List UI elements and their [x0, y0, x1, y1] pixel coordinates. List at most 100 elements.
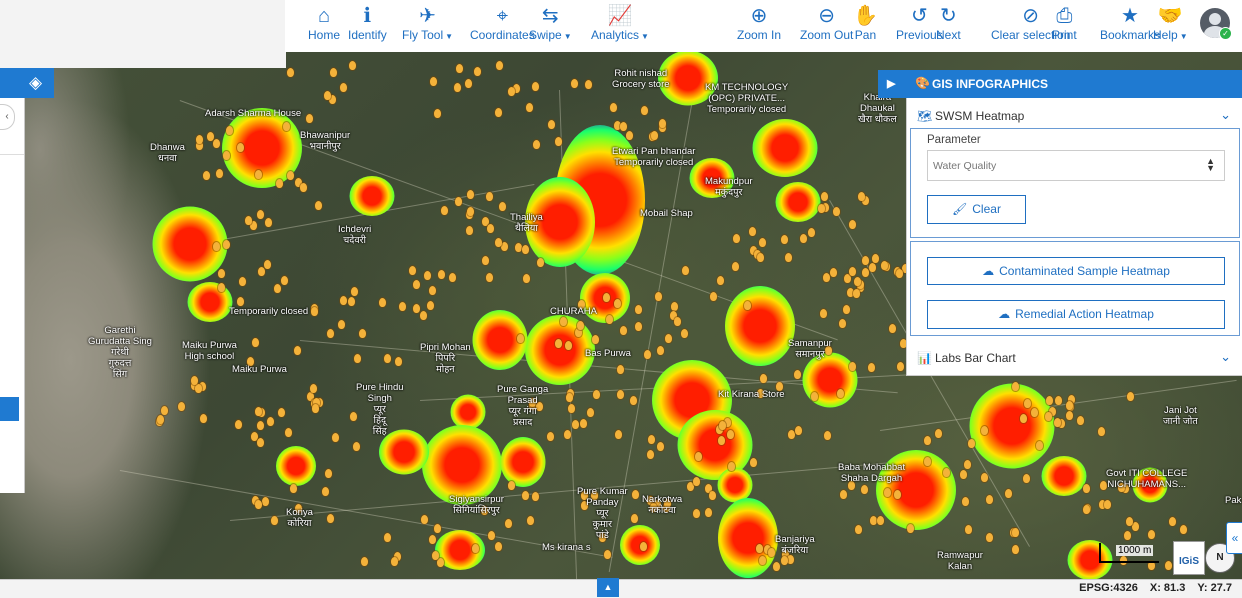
sample-point-marker[interactable]	[449, 273, 456, 282]
sample-point-marker[interactable]	[421, 515, 428, 524]
sample-point-marker[interactable]	[897, 362, 904, 371]
sample-point-marker[interactable]	[861, 485, 868, 494]
sample-point-marker[interactable]	[962, 497, 969, 506]
sample-point-marker[interactable]	[237, 297, 244, 306]
home-button[interactable]: ⌂ Home	[308, 4, 340, 42]
sample-point-marker[interactable]	[517, 334, 524, 343]
sample-point-marker[interactable]	[441, 206, 448, 215]
sample-point-marker[interactable]	[877, 516, 884, 525]
sample-point-marker[interactable]	[265, 218, 272, 227]
sample-point-marker[interactable]	[872, 254, 879, 263]
sample-point-marker[interactable]	[196, 135, 203, 144]
sample-point-marker[interactable]	[379, 298, 386, 307]
sample-point-marker[interactable]	[943, 468, 950, 477]
sample-point-marker[interactable]	[1104, 500, 1111, 509]
sample-point-marker[interactable]	[632, 490, 639, 499]
sample-point-marker[interactable]	[467, 190, 474, 199]
expand-right-panel-button[interactable]: «	[1226, 522, 1242, 554]
sample-point-marker[interactable]	[657, 346, 664, 355]
sample-point-marker[interactable]	[200, 414, 207, 423]
sample-point-marker[interactable]	[255, 500, 262, 509]
sample-point-marker[interactable]	[604, 550, 611, 559]
sample-point-marker[interactable]	[800, 234, 807, 243]
sample-point-marker[interactable]	[862, 256, 869, 265]
sample-point-marker[interactable]	[732, 262, 739, 271]
sample-point-marker[interactable]	[719, 421, 726, 430]
sample-point-marker[interactable]	[340, 83, 347, 92]
sample-point-marker[interactable]	[533, 140, 540, 149]
sample-point-marker[interactable]	[614, 299, 621, 308]
sample-point-marker[interactable]	[395, 357, 402, 366]
sample-point-marker[interactable]	[821, 192, 828, 201]
sample-point-marker[interactable]	[1127, 392, 1134, 401]
sample-point-marker[interactable]	[681, 329, 688, 338]
sample-point-marker[interactable]	[640, 542, 647, 551]
sample-point-marker[interactable]	[267, 417, 274, 426]
sample-point-marker[interactable]	[438, 270, 445, 279]
sample-point-marker[interactable]	[744, 301, 751, 310]
sample-point-marker[interactable]	[853, 289, 860, 298]
sample-point-marker[interactable]	[750, 458, 757, 467]
sample-point-marker[interactable]	[434, 109, 441, 118]
sample-point-marker[interactable]	[223, 240, 230, 249]
sample-point-marker[interactable]	[276, 179, 283, 188]
sample-point-marker[interactable]	[306, 114, 313, 123]
sample-point-marker[interactable]	[338, 320, 345, 329]
sample-point-marker[interactable]	[587, 408, 594, 417]
sample-point-marker[interactable]	[486, 192, 493, 201]
sample-point-marker[interactable]	[522, 491, 529, 500]
sample-point-marker[interactable]	[1066, 401, 1073, 410]
sample-point-marker[interactable]	[830, 268, 837, 277]
sample-point-marker[interactable]	[429, 535, 436, 544]
toggle-bottom-panel-button[interactable]: ▲	[597, 578, 619, 597]
sample-point-marker[interactable]	[564, 430, 571, 439]
sample-point-marker[interactable]	[811, 392, 818, 401]
sample-point-marker[interactable]	[482, 256, 489, 265]
sample-point-marker[interactable]	[593, 390, 600, 399]
sample-point-marker[interactable]	[849, 362, 856, 371]
sample-point-marker[interactable]	[548, 120, 555, 129]
sample-point-marker[interactable]	[935, 429, 942, 438]
sample-point-marker[interactable]	[499, 202, 506, 211]
sample-point-marker[interactable]	[617, 365, 624, 374]
sample-point-marker[interactable]	[924, 436, 931, 445]
gis-infographics-header[interactable]: ▶ 🎨 GIS INFOGRAPHICS	[878, 70, 1242, 98]
sample-point-marker[interactable]	[501, 242, 508, 251]
sample-point-marker[interactable]	[315, 201, 322, 210]
sample-point-marker[interactable]	[630, 396, 637, 405]
sample-point-marker[interactable]	[823, 273, 830, 282]
sample-point-marker[interactable]	[547, 432, 554, 441]
sample-point-marker[interactable]	[837, 389, 844, 398]
sample-point-marker[interactable]	[682, 266, 689, 275]
sample-point-marker[interactable]	[655, 292, 662, 301]
sample-point-marker[interactable]	[1054, 418, 1061, 427]
sample-point-marker[interactable]	[843, 305, 850, 314]
sample-point-marker[interactable]	[287, 68, 294, 77]
sample-point-marker[interactable]	[216, 169, 223, 178]
sample-point-marker[interactable]	[391, 557, 398, 566]
sample-point-marker[interactable]	[262, 497, 269, 506]
fly-tool-button[interactable]: ✈ Fly Tool ▼	[402, 4, 453, 42]
sample-point-marker[interactable]	[495, 108, 502, 117]
sample-point-marker[interactable]	[884, 488, 891, 497]
sample-point-marker[interactable]	[986, 533, 993, 542]
sample-point-marker[interactable]	[522, 245, 529, 254]
remedial-action-heatmap-button[interactable]: ☁ Remedial Action Heatmap	[927, 300, 1225, 329]
sample-point-marker[interactable]	[1098, 427, 1105, 436]
sample-point-marker[interactable]	[555, 137, 562, 146]
sample-point-marker[interactable]	[466, 226, 473, 235]
sample-point-marker[interactable]	[1023, 474, 1030, 483]
sample-point-marker[interactable]	[456, 64, 463, 73]
sample-point-marker[interactable]	[592, 335, 599, 344]
sample-point-marker[interactable]	[191, 376, 198, 385]
sample-point-marker[interactable]	[709, 491, 716, 500]
sample-point-marker[interactable]	[161, 406, 168, 415]
swipe-button[interactable]: ⇆ Swipe ▼	[529, 4, 572, 42]
sample-point-marker[interactable]	[413, 304, 420, 313]
sample-point-marker[interactable]	[788, 430, 795, 439]
sample-point-marker[interactable]	[728, 462, 735, 471]
sample-point-marker[interactable]	[300, 183, 307, 192]
sample-point-marker[interactable]	[178, 402, 185, 411]
sample-point-marker[interactable]	[239, 277, 246, 286]
sample-point-marker[interactable]	[327, 329, 334, 338]
